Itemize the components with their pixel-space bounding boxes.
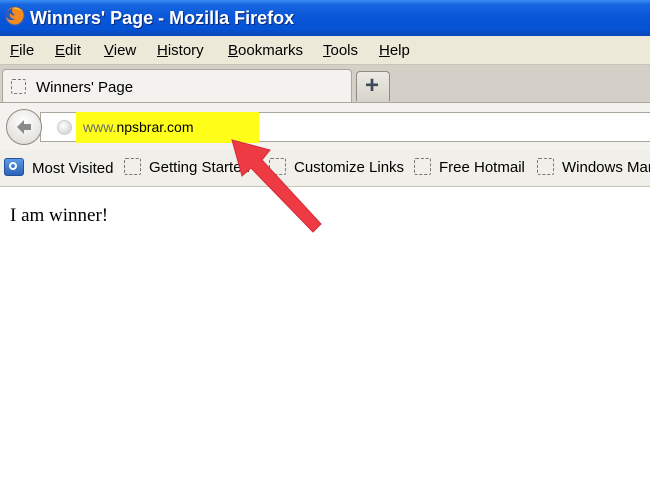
- tab-label: Winners' Page: [36, 79, 134, 96]
- back-arrow-icon: [17, 120, 31, 134]
- page-content-text: I am winner!: [10, 205, 109, 226]
- menu-file[interactable]: File: [10, 42, 34, 59]
- url-text[interactable]: www.npsbrar.com: [83, 119, 194, 135]
- title-bar: Winners' Page - Mozilla Firefox: [0, 0, 650, 36]
- bookmark-most-visited[interactable]: Most Visited: [4, 158, 113, 177]
- menu-bar: File Edit View History Bookmarks Tools H…: [0, 36, 650, 64]
- menu-help[interactable]: Help: [379, 42, 410, 59]
- menu-bookmarks[interactable]: Bookmarks: [228, 42, 303, 59]
- most-visited-icon: [4, 158, 24, 176]
- menu-view[interactable]: View: [104, 42, 136, 59]
- new-tab-button[interactable]: +: [356, 71, 390, 101]
- navigation-bar: www.npsbrar.com: [0, 102, 650, 151]
- bookmark-favicon-icon: [414, 158, 431, 175]
- menu-edit[interactable]: Edit: [55, 42, 81, 59]
- bookmark-getting-started[interactable]: Getting Started: [124, 158, 250, 176]
- back-button[interactable]: [6, 109, 42, 145]
- bookmark-windows-marketplace[interactable]: Windows Mar: [537, 158, 650, 176]
- bookmark-favicon-icon: [124, 158, 141, 175]
- url-bar[interactable]: www.npsbrar.com: [40, 112, 650, 143]
- bookmarks-toolbar: Most Visited Getting Started Customize L…: [0, 150, 650, 187]
- plus-icon: +: [365, 72, 380, 99]
- tab-strip: Winners' Page +: [0, 64, 650, 103]
- bookmark-favicon-icon: [269, 158, 286, 175]
- site-identity-icon[interactable]: [57, 120, 72, 135]
- tab-winners-page[interactable]: Winners' Page: [2, 69, 352, 103]
- page-favicon-icon: [11, 79, 26, 94]
- bookmark-favicon-icon: [537, 158, 554, 175]
- firefox-logo-icon: [5, 6, 25, 26]
- bookmark-customize-links[interactable]: Customize Links: [269, 158, 404, 176]
- window-title: Winners' Page - Mozilla Firefox: [30, 8, 295, 28]
- menu-tools[interactable]: Tools: [323, 42, 358, 59]
- bookmark-free-hotmail[interactable]: Free Hotmail: [414, 158, 525, 176]
- menu-history[interactable]: History: [157, 42, 204, 59]
